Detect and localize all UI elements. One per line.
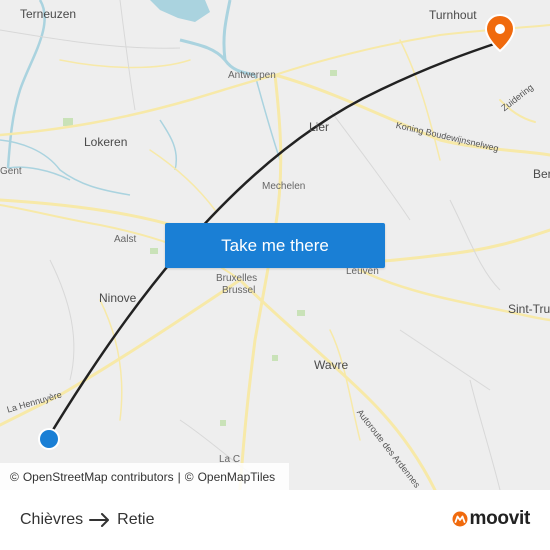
place-label: Antwerpen <box>228 70 276 81</box>
water-bodies <box>0 0 281 196</box>
destination-pin-icon[interactable] <box>485 14 515 52</box>
place-label: Lokeren <box>84 135 128 149</box>
place-label: Aalst <box>114 234 137 245</box>
place-label: Wavre <box>314 358 349 372</box>
moovit-logo-icon <box>452 511 468 527</box>
place-label: Ninove <box>99 291 137 305</box>
origin-dot-icon[interactable] <box>36 426 62 452</box>
place-label: Turnhout <box>429 8 477 22</box>
moovit-brand[interactable]: moovit <box>452 508 530 530</box>
place-label: Gent <box>0 166 22 177</box>
route-summary: Chièvres Retie <box>20 511 155 529</box>
place-label: Terneuzen <box>20 7 77 21</box>
route-destination: Retie <box>117 511 155 528</box>
place-label: Mechelen <box>262 181 306 192</box>
take-me-there-button[interactable]: Take me there <box>165 223 385 268</box>
copyright-symbol: © <box>10 469 19 484</box>
place-label: Brussel <box>222 285 256 296</box>
osm-attribution-link[interactable]: OpenStreetMap contributors <box>23 470 174 484</box>
place-label: Leuven <box>346 266 379 277</box>
place-label: Lier <box>309 120 330 134</box>
brand-name: moovit <box>469 508 531 529</box>
attribution-separator: | <box>177 469 181 484</box>
openmaptiles-attribution-link[interactable]: OpenMapTiles <box>198 470 276 484</box>
copyright-symbol: © <box>184 469 194 484</box>
place-label: Sint-Trui <box>508 302 550 316</box>
map-attribution: © OpenStreetMap contributors | © OpenMap… <box>0 463 290 490</box>
arrow-right-icon <box>89 513 111 527</box>
map[interactable]: Terneuzen Turnhout Antwerpen Lier Lokere… <box>0 0 550 490</box>
place-label: Bruxelles <box>216 273 258 284</box>
place-label: Ber <box>533 167 550 181</box>
route-origin: Chièvres <box>20 511 84 528</box>
